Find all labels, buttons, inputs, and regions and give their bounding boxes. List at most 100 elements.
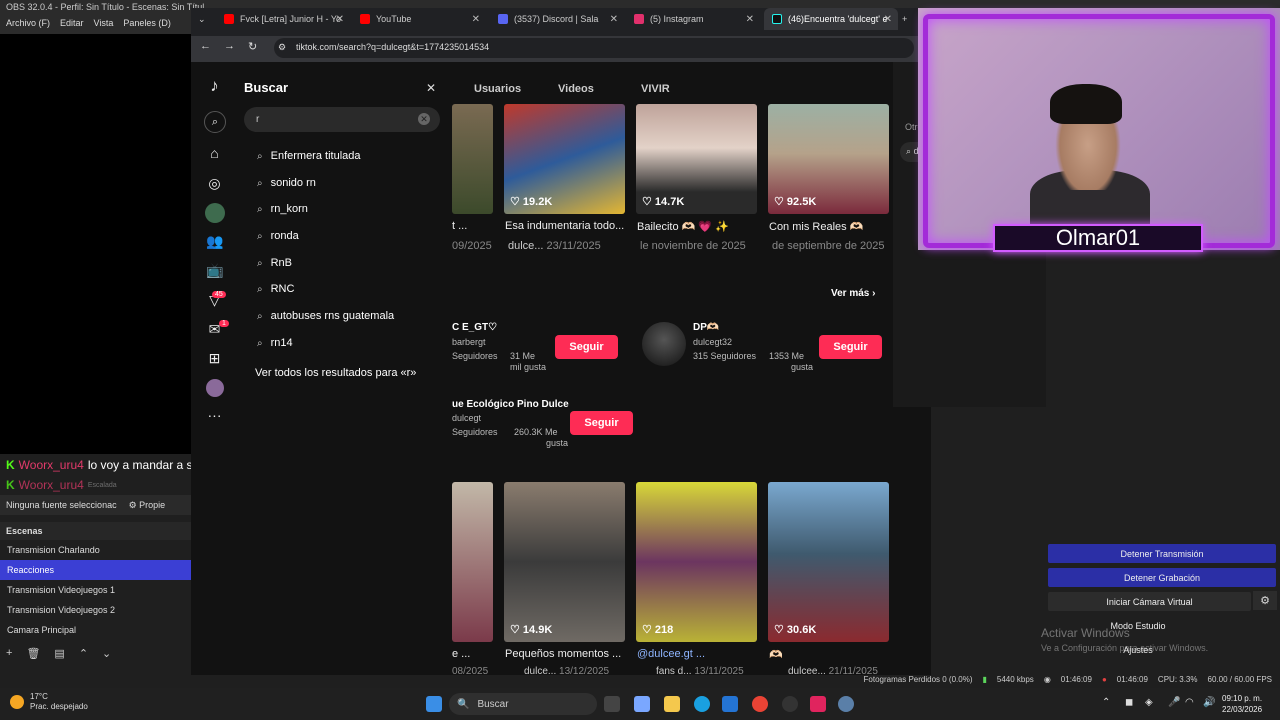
- settings-icon[interactable]: [838, 696, 854, 712]
- video-thumbnail[interactable]: ♡ 218: [636, 482, 757, 642]
- video-caption[interactable]: t ...: [452, 220, 467, 232]
- follow-button[interactable]: Seguir: [555, 335, 618, 359]
- browser-tab[interactable]: Fvck [Letra] Junior H - Yo ✕: [216, 8, 350, 30]
- close-icon[interactable]: ✕: [424, 81, 438, 95]
- more-icon[interactable]: ···: [206, 407, 223, 424]
- edge-icon[interactable]: [694, 696, 710, 712]
- close-icon[interactable]: ✕: [884, 14, 892, 25]
- follow-button[interactable]: Seguir: [570, 411, 633, 435]
- video-caption[interactable]: Bailecito 🫶🏻 💗 ✨: [637, 220, 729, 233]
- suggestion-item[interactable]: ⌕ RnB: [257, 257, 292, 269]
- tab-live[interactable]: VIVIR: [641, 83, 670, 95]
- video-thumbnail[interactable]: [452, 482, 493, 642]
- follow-button[interactable]: Seguir: [819, 335, 882, 359]
- url-bar[interactable]: tiktok.com/search?q=dulcegt&t=1774235014…: [274, 38, 914, 58]
- browser-tab[interactable]: (5) Instagram ✕: [626, 8, 760, 30]
- tray-app-icon[interactable]: ◼: [1125, 697, 1133, 708]
- volume-icon[interactable]: 🔊: [1203, 697, 1215, 708]
- avatar[interactable]: [642, 322, 686, 366]
- following-avatar-icon[interactable]: [205, 203, 225, 223]
- windows-start-icon[interactable]: [426, 696, 442, 712]
- account-name[interactable]: DP🫶🏻: [693, 322, 719, 333]
- microphone-icon[interactable]: 🎤: [1168, 697, 1180, 708]
- forward-icon[interactable]: →: [224, 40, 235, 52]
- video-caption[interactable]: Con mis Reales 🫶🏻: [769, 220, 863, 233]
- chrome-icon[interactable]: [752, 696, 768, 712]
- video-thumbnail[interactable]: ♡ 30.6K: [768, 482, 889, 642]
- file-explorer-icon[interactable]: [664, 696, 680, 712]
- video-caption[interactable]: e ...: [452, 648, 470, 660]
- browser-tab[interactable]: (3537) Discord | Sala ✕: [490, 8, 624, 30]
- move-up-icon[interactable]: ⌃: [79, 647, 88, 661]
- virtual-camera-button[interactable]: Iniciar Cámara Virtual: [1048, 592, 1251, 611]
- suggestion-item[interactable]: ⌕ ronda: [257, 230, 299, 242]
- weather-widget[interactable]: 17°C Prac. despejado: [10, 692, 88, 712]
- search-input[interactable]: r: [244, 107, 440, 132]
- search-icon[interactable]: ⌕: [204, 111, 226, 133]
- video-caption[interactable]: Pequeños momentos ...: [505, 648, 621, 660]
- task-view-icon[interactable]: [604, 696, 620, 712]
- tray-app-icon[interactable]: ◈: [1145, 697, 1153, 708]
- menu-editar[interactable]: Editar: [60, 18, 84, 30]
- new-tab-button[interactable]: +: [900, 8, 916, 30]
- reload-icon[interactable]: ↻: [248, 40, 257, 53]
- menu-vista[interactable]: Vista: [94, 18, 114, 30]
- suggestion-item[interactable]: ⌕ rn_korn: [257, 203, 308, 215]
- video-thumbnail[interactable]: ♡ 92.5K: [768, 104, 889, 214]
- close-icon[interactable]: ✕: [336, 14, 344, 25]
- clock[interactable]: 09:10 p. m. 22/03/2026: [1222, 693, 1262, 715]
- see-all-results-link[interactable]: Ver todos los resultados para «r»: [255, 367, 416, 379]
- video-thumbnail[interactable]: [452, 104, 493, 214]
- stop-stream-button[interactable]: Detener Transmisión: [1048, 544, 1276, 563]
- scene-item[interactable]: Camara Principal: [0, 620, 191, 640]
- wifi-icon[interactable]: ◠: [1185, 697, 1194, 708]
- store-icon[interactable]: [722, 696, 738, 712]
- scene-item[interactable]: Transmision Videojuegos 1: [0, 580, 191, 600]
- live-icon[interactable]: 📺: [206, 262, 223, 279]
- video-thumbnail[interactable]: ♡ 14.7K: [636, 104, 757, 214]
- video-caption[interactable]: @dulcee.gt ...: [637, 648, 705, 660]
- browser-tab[interactable]: YouTube ✕: [352, 8, 486, 30]
- upload-icon[interactable]: ⊞: [206, 350, 223, 367]
- taskbar-search[interactable]: 🔍 Buscar: [449, 693, 597, 715]
- gear-icon[interactable]: ⚙: [1253, 591, 1277, 610]
- video-thumbnail[interactable]: ♡ 14.9K: [504, 482, 625, 642]
- suggestion-item[interactable]: ⌕ Enfermera titulada: [257, 150, 361, 162]
- profile-avatar-icon[interactable]: [206, 379, 224, 397]
- video-caption[interactable]: 🫶🏻: [769, 648, 783, 661]
- tiktok-logo-icon[interactable]: ♪: [206, 77, 223, 94]
- add-icon[interactable]: +: [6, 647, 12, 661]
- account-name[interactable]: ue Ecológico Pino Dulce: [452, 399, 569, 410]
- close-icon[interactable]: ✕: [746, 14, 754, 25]
- filter-icon[interactable]: ▤: [54, 647, 64, 661]
- menu-paneles[interactable]: Paneles (D): [123, 18, 171, 30]
- see-more-link[interactable]: Ver más ›: [831, 288, 876, 299]
- move-down-icon[interactable]: ⌄: [102, 647, 111, 661]
- clear-icon[interactable]: ✕: [418, 113, 430, 125]
- trash-icon[interactable]: 🗑: [26, 647, 40, 661]
- home-icon[interactable]: ⌂: [206, 145, 223, 162]
- menu-archivo[interactable]: Archivo (F): [6, 18, 50, 30]
- properties-button[interactable]: ⚙ Propie: [129, 500, 166, 511]
- obs-icon[interactable]: [782, 696, 798, 712]
- browser-tab-active[interactable]: (46)Encuentra 'dulcegt' e ✕: [764, 8, 898, 30]
- site-info-icon[interactable]: ⚙: [278, 42, 286, 53]
- capcut-icon[interactable]: [810, 696, 826, 712]
- back-icon[interactable]: ←: [200, 40, 211, 52]
- copilot-icon[interactable]: [634, 696, 650, 712]
- suggestion-item[interactable]: ⌕ RNC: [257, 283, 294, 295]
- tab-videos[interactable]: Videos: [558, 83, 594, 95]
- close-icon[interactable]: ✕: [472, 14, 480, 25]
- scene-item[interactable]: Reacciones: [0, 560, 191, 580]
- stop-recording-button[interactable]: Detener Grabación: [1048, 568, 1276, 587]
- explore-icon[interactable]: ◎: [206, 175, 223, 192]
- close-icon[interactable]: ✕: [610, 14, 618, 25]
- suggestion-item[interactable]: ⌕ sonido rn: [257, 177, 316, 189]
- scene-item[interactable]: Transmision Videojuegos 2: [0, 600, 191, 620]
- friends-icon[interactable]: 👥: [206, 233, 223, 250]
- video-thumbnail[interactable]: ♡ 19.2K: [504, 104, 625, 214]
- scene-item[interactable]: Transmision Charlando: [0, 540, 191, 560]
- suggestion-item[interactable]: ⌕ autobuses rns guatemala: [257, 310, 394, 322]
- account-name[interactable]: C E_GT♡: [452, 322, 497, 333]
- suggestion-item[interactable]: ⌕ rn14: [257, 337, 293, 349]
